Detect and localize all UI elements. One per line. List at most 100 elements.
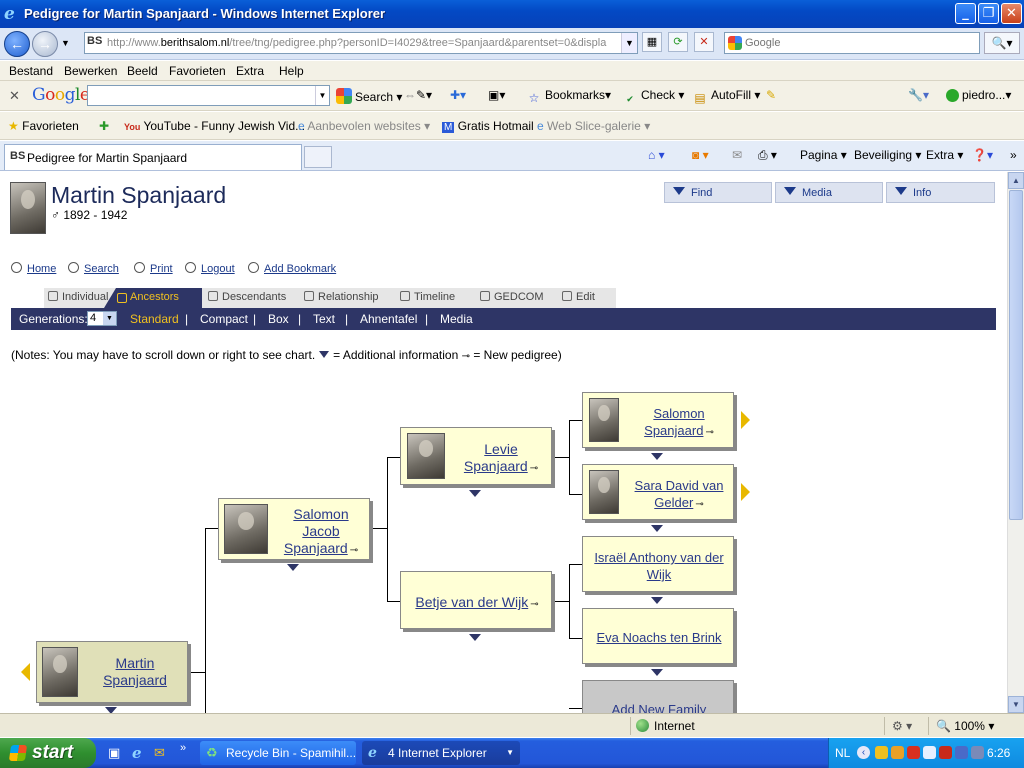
menu-beeld[interactable]: Beeld	[127, 64, 158, 78]
fav-youtube[interactable]: You YouTube - Funny Jewish Vid...	[124, 119, 305, 133]
start-button[interactable]: start	[0, 738, 96, 768]
person-photo[interactable]	[10, 182, 46, 234]
person-name-link[interactable]: Salomon Jacob Spanjaard ⊸	[273, 506, 369, 559]
triangle-down-icon[interactable]	[651, 669, 663, 676]
person-photo[interactable]	[589, 398, 619, 442]
pedigree-box-ggm2[interactable]: Eva Noachs ten Brink	[582, 608, 734, 664]
person-photo[interactable]	[42, 647, 78, 697]
person-photo[interactable]	[407, 433, 445, 479]
compat-view-icon[interactable]: ▦	[642, 32, 662, 52]
refresh-icon[interactable]: ⟳	[668, 32, 688, 52]
chevron-down-icon[interactable]: ▼	[315, 86, 329, 105]
language-indicator[interactable]: NL	[835, 746, 850, 760]
pedigree-box-ggf1[interactable]: Salomon Spanjaard ⊸	[582, 392, 734, 448]
bookmarks-button[interactable]: ☆ Bookmarks▾	[526, 88, 611, 106]
triangle-down-icon[interactable]	[651, 453, 663, 460]
person-name-link[interactable]: Martin Spanjaard	[83, 655, 187, 689]
view-standard[interactable]: Standard	[130, 312, 179, 326]
tab-descendants[interactable]: Descendants	[208, 291, 286, 303]
cmd-beveiliging[interactable]: Beveiliging ▾	[854, 148, 921, 162]
search-box[interactable]	[724, 32, 980, 54]
print-icon[interactable]: ⎙ ▾	[758, 148, 777, 163]
tray-icon[interactable]	[923, 746, 936, 759]
chevron-more-icon[interactable]: »	[1010, 148, 1017, 162]
view-media[interactable]: Media	[440, 312, 473, 326]
view-ahnentafel[interactable]: Ahnentafel	[360, 312, 417, 326]
cmd-extra[interactable]: Extra ▾	[926, 148, 963, 162]
close-button[interactable]: ✕	[1001, 3, 1022, 24]
zoom-level[interactable]: 🔍 100% ▾	[936, 719, 994, 733]
info-button[interactable]: Info	[886, 182, 995, 203]
logout-link[interactable]: Logout	[185, 262, 235, 275]
person-name-link[interactable]: Sara David van Gelder ⊸	[625, 477, 733, 513]
print-link[interactable]: Print	[134, 262, 173, 275]
add-bookmark-link[interactable]: Add Bookmark	[248, 262, 336, 275]
wrench-icon[interactable]: 🔧▾	[908, 88, 929, 102]
triangle-down-icon[interactable]	[469, 490, 481, 497]
view-compact[interactable]: Compact	[200, 312, 248, 326]
arrow-right-icon[interactable]	[741, 483, 750, 501]
highlighter-icon[interactable]: ✎	[766, 88, 776, 102]
address-bar[interactable]: BS http://www.berithsalom.nl/tree/tng/pe…	[84, 32, 638, 54]
person-photo[interactable]	[589, 470, 619, 514]
triangle-down-icon[interactable]	[287, 564, 299, 571]
plus-icon[interactable]: ✚▾	[450, 88, 466, 102]
pedigree-icon[interactable]: ⊸	[695, 496, 703, 513]
tray-icon[interactable]	[955, 746, 968, 759]
tab-edit[interactable]: Edit	[562, 291, 595, 303]
scroll-down-icon[interactable]: ▼	[1008, 696, 1024, 713]
minimize-button[interactable]: _	[955, 3, 976, 24]
chevron-more-icon[interactable]: »	[180, 742, 186, 754]
home-link[interactable]: Home	[11, 262, 56, 275]
tab-pedigree[interactable]: BS Pedigree for Martin Spanjaard	[4, 144, 302, 170]
new-tab-button[interactable]	[304, 146, 332, 168]
taskbar-internet-explorer[interactable]: e 4 Internet Explorer ▼	[362, 741, 520, 765]
vertical-scrollbar[interactable]: ▲ ▼	[1007, 172, 1024, 713]
tray-icon[interactable]	[891, 746, 904, 759]
autofill-button[interactable]: ▤ AutoFill ▾	[692, 88, 760, 106]
person-name-link[interactable]: Salomon Spanjaard ⊸	[625, 405, 733, 441]
ie-icon[interactable]: e	[132, 744, 142, 762]
help-icon[interactable]: ❓▾	[972, 148, 993, 162]
scroll-up-icon[interactable]: ▲	[1008, 172, 1024, 189]
add-favorite-icon[interactable]: ✚	[99, 119, 109, 133]
google-search-button[interactable]: Search ▾	[336, 88, 402, 104]
tab-ancestors[interactable]: Ancestors	[104, 288, 202, 308]
tab-relationship[interactable]: Relationship	[304, 291, 379, 303]
fav-hotmail[interactable]: M Gratis Hotmail	[442, 119, 534, 133]
home-icon[interactable]: ⌂ ▾	[648, 148, 665, 162]
forward-button[interactable]: →	[32, 31, 58, 57]
pedigree-box-ggm1[interactable]: Sara David van Gelder ⊸	[582, 464, 734, 520]
stop-icon[interactable]: ✕	[694, 32, 714, 52]
address-dropdown-icon[interactable]: ▼	[621, 33, 637, 53]
pedigree-icon[interactable]: ⊸	[350, 542, 358, 559]
restore-button[interactable]: ❐	[978, 3, 999, 24]
fav-recommended[interactable]: e Aanbevolen websites ▾	[298, 119, 430, 133]
favorites-button[interactable]: ★ Favorieten	[8, 119, 79, 133]
user-button[interactable]: piedro...▾	[946, 88, 1011, 102]
view-text[interactable]: Text	[313, 312, 335, 326]
person-photo[interactable]	[224, 504, 268, 554]
back-button[interactable]: ←	[4, 31, 30, 57]
triangle-down-icon[interactable]	[469, 634, 481, 641]
menu-help[interactable]: Help	[279, 64, 304, 78]
quicklaunch-icon[interactable]: ▣	[108, 745, 120, 761]
close-toolbar-icon[interactable]: ✕	[9, 88, 20, 104]
view-box[interactable]: Box	[268, 312, 289, 326]
menu-favorieten[interactable]: Favorieten	[169, 64, 226, 78]
pedigree-icon[interactable]: ⊸	[705, 424, 713, 441]
outlook-icon[interactable]: ✉	[154, 745, 165, 761]
fav-webslice[interactable]: e Web Slice-galerie ▾	[537, 119, 650, 133]
pedigree-box-father[interactable]: Salomon Jacob Spanjaard ⊸	[218, 498, 370, 560]
add-new-family-box[interactable]: Add New Family	[582, 680, 734, 713]
pedigree-icon[interactable]: ⊸	[530, 460, 538, 477]
triangle-down-icon[interactable]	[651, 597, 663, 604]
arrow-right-icon[interactable]	[741, 411, 750, 429]
rss-icon[interactable]: ◙ ▾	[692, 148, 709, 162]
tray-icon[interactable]	[907, 746, 920, 759]
person-name-link[interactable]: Israël Anthony van der Wijk	[587, 549, 731, 583]
translate-icon[interactable]: ✎▾	[416, 88, 432, 102]
protected-mode-icon[interactable]: ⚙ ▾	[892, 719, 912, 733]
history-dropdown-icon[interactable]: ▼	[61, 38, 70, 48]
add-new-family-link[interactable]: Add New Family	[587, 701, 731, 713]
